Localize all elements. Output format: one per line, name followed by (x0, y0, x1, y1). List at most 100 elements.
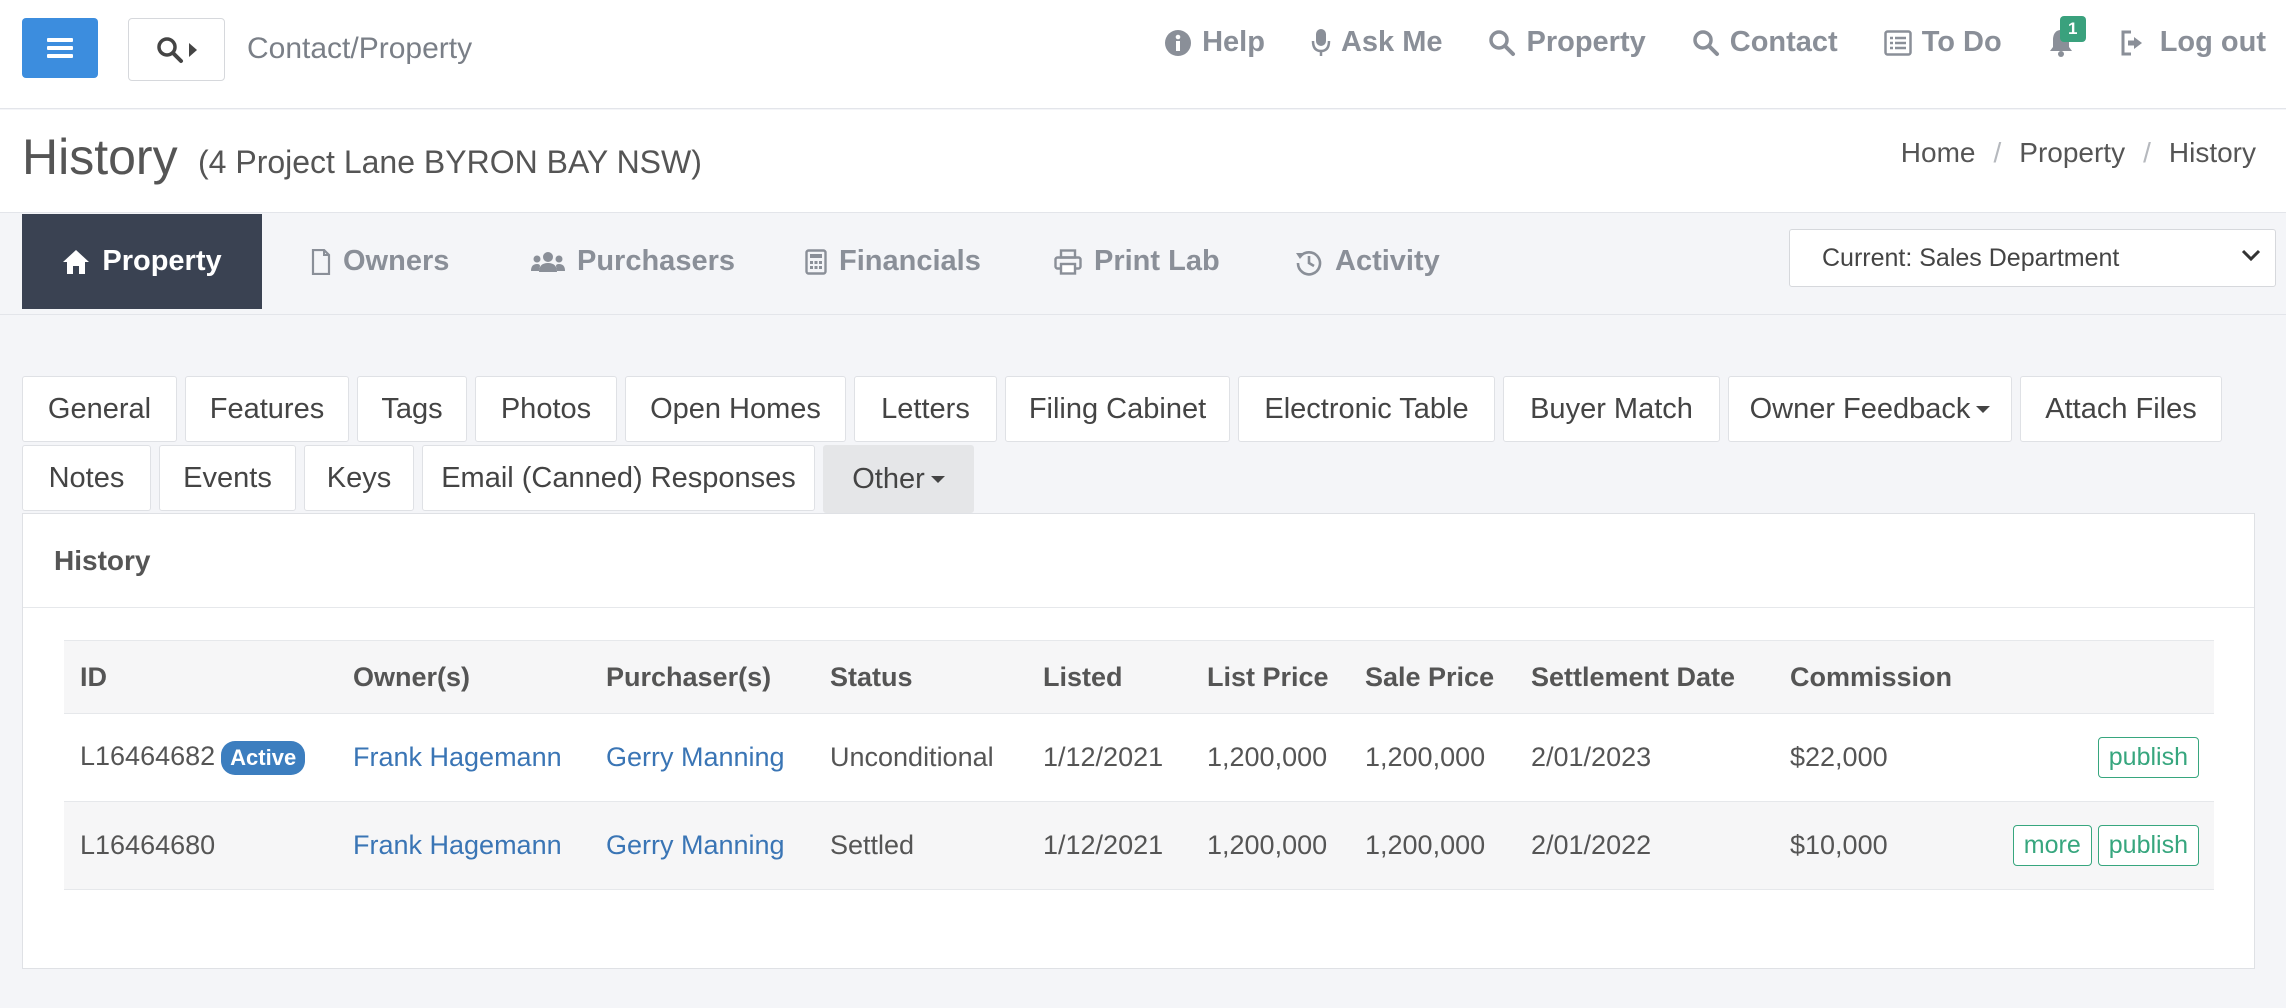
subtab-label: Tags (381, 392, 443, 425)
subtab-owner-feedback[interactable]: Owner Feedback (1728, 376, 2012, 442)
tab-owners[interactable]: Owners (311, 214, 449, 309)
search-icon (1693, 29, 1719, 56)
breadcrumb-property[interactable]: Property (2019, 137, 2125, 169)
search-icon (156, 36, 183, 63)
todo-link[interactable]: To Do (1883, 26, 2002, 59)
subtab-label: Events (183, 461, 272, 494)
cell-actions: publish (1974, 713, 2214, 802)
search-type-button[interactable] (128, 18, 225, 81)
menu-toggle-button[interactable] (22, 18, 98, 78)
ask-me-label: Ask Me (1340, 26, 1443, 58)
cell-commission: $22,000 (1774, 713, 1974, 802)
breadcrumb-separator: / (2143, 137, 2151, 168)
subtab-label: Email (Canned) Responses (441, 461, 796, 494)
purchaser-link[interactable]: Gerry Manning (606, 830, 785, 860)
cell-list-price: 1,200,000 (1191, 801, 1349, 890)
subtab-label: Attach Files (2045, 392, 2197, 425)
list-icon (1883, 29, 1912, 56)
subtab-general[interactable]: General (22, 376, 177, 442)
notification-count-badge: 1 (2059, 15, 2086, 42)
subtab-buyer-match[interactable]: Buyer Match (1503, 376, 1720, 442)
property-search-link[interactable]: Property (1488, 26, 1646, 59)
subtab-label: Filing Cabinet (1028, 392, 1207, 425)
publish-button[interactable]: publish (2097, 737, 2199, 778)
owner-link[interactable]: Frank Hagemann (353, 830, 562, 860)
hamburger-icon (47, 38, 73, 58)
column-header-list-price: List Price (1191, 640, 1349, 714)
caret-right-icon (188, 42, 197, 57)
top-nav-links: Help Ask Me Property Contact To Do 1 Log… (1118, 15, 2266, 59)
department-select-value: Current: Sales Department (1822, 243, 2120, 272)
breadcrumb: Home / Property / History (1901, 137, 2256, 169)
subtab-other[interactable]: Other (823, 445, 974, 513)
subtab-label: Features (209, 392, 325, 425)
tab-purchasers-label: Purchasers (577, 245, 735, 277)
tab-purchasers[interactable]: Purchasers (531, 214, 735, 309)
owner-link[interactable]: Frank Hagemann (353, 742, 562, 772)
cell-list-price: 1,200,000 (1191, 713, 1349, 802)
subtab-label: Notes (48, 461, 125, 494)
help-link[interactable]: Help (1164, 26, 1265, 59)
subtab-letters[interactable]: Letters (854, 376, 997, 442)
tab-print-lab[interactable]: Print Lab (1054, 214, 1220, 309)
cell-commission: $10,000 (1774, 801, 1974, 890)
listing-id: L16464682 (80, 740, 216, 771)
subtab-events[interactable]: Events (159, 445, 296, 511)
subtab-label: Electronic Table (1264, 392, 1469, 425)
column-header-purchasers: Purchaser(s) (590, 640, 814, 714)
subtab-open-homes[interactable]: Open Homes (625, 376, 846, 442)
home-icon (63, 249, 90, 274)
purchaser-link[interactable]: Gerry Manning (606, 742, 785, 772)
history-table: ID Owner(s) Purchaser(s) Status Listed L… (64, 640, 2214, 890)
logout-label: Log out (2159, 26, 2266, 58)
tab-activity[interactable]: Activity (1295, 214, 1440, 309)
ask-me-link[interactable]: Ask Me (1311, 26, 1443, 59)
subtab-electronic-table[interactable]: Electronic Table (1238, 376, 1495, 442)
subtab-features[interactable]: Features (185, 376, 349, 442)
cell-sale-price: 1,200,000 (1349, 713, 1515, 802)
breadcrumb-home[interactable]: Home (1901, 137, 1976, 169)
cell-purchaser: Gerry Manning (590, 801, 814, 890)
logout-link[interactable]: Log out (2120, 26, 2266, 59)
subtab-tags[interactable]: Tags (357, 376, 467, 442)
page-subtitle: (4 Project Lane BYRON BAY NSW) (198, 144, 702, 180)
history-icon (1296, 250, 1322, 276)
tab-financials[interactable]: Financials (805, 214, 981, 309)
subtab-label: Letters (881, 392, 970, 425)
page-header: History (4 Project Lane BYRON BAY NSW) H… (0, 110, 2286, 213)
contact-search-link[interactable]: Contact (1692, 26, 1838, 59)
column-header-commission: Commission (1774, 640, 1974, 714)
publish-button[interactable]: publish (2097, 825, 2199, 866)
cell-listed: 1/12/2021 (1027, 801, 1191, 890)
subtab-notes[interactable]: Notes (22, 445, 151, 511)
table-header-row: ID Owner(s) Purchaser(s) Status Listed L… (64, 640, 2214, 714)
caret-down-icon (930, 475, 945, 483)
page-title: History (22, 129, 178, 185)
tab-property-label: Property (102, 245, 222, 277)
column-header-id: ID (64, 640, 337, 714)
subtab-keys[interactable]: Keys (304, 445, 414, 511)
users-icon (531, 251, 565, 272)
file-icon (311, 248, 331, 275)
sign-out-icon (2121, 30, 2142, 55)
cell-status: Settled (814, 801, 1027, 890)
tab-property[interactable]: Property (22, 214, 262, 309)
cell-sale-price: 1,200,000 (1349, 801, 1515, 890)
notifications-button[interactable]: 1 (2048, 15, 2086, 58)
subtab-filing-cabinet[interactable]: Filing Cabinet (1005, 376, 1230, 442)
subtab-label: Keys (326, 461, 392, 494)
more-button[interactable]: more (2012, 825, 2092, 866)
cell-settlement-date: 2/01/2023 (1515, 713, 1774, 802)
subtab-attach-files[interactable]: Attach Files (2020, 376, 2222, 442)
cell-id: L16464680 (64, 801, 337, 890)
subtab-label: Owner Feedback (1749, 392, 1971, 425)
contact-search-label: Contact (1729, 26, 1838, 58)
search-icon (1489, 29, 1516, 56)
column-header-listed: Listed (1027, 640, 1191, 714)
column-header-actions (1974, 640, 2214, 714)
subtab-email-canned-responses[interactable]: Email (Canned) Responses (422, 445, 815, 511)
search-context-label: Contact/Property (247, 32, 473, 65)
subtab-photos[interactable]: Photos (475, 376, 617, 442)
printer-icon (1054, 248, 1082, 275)
department-select[interactable]: Current: Sales Department (1789, 229, 2276, 287)
